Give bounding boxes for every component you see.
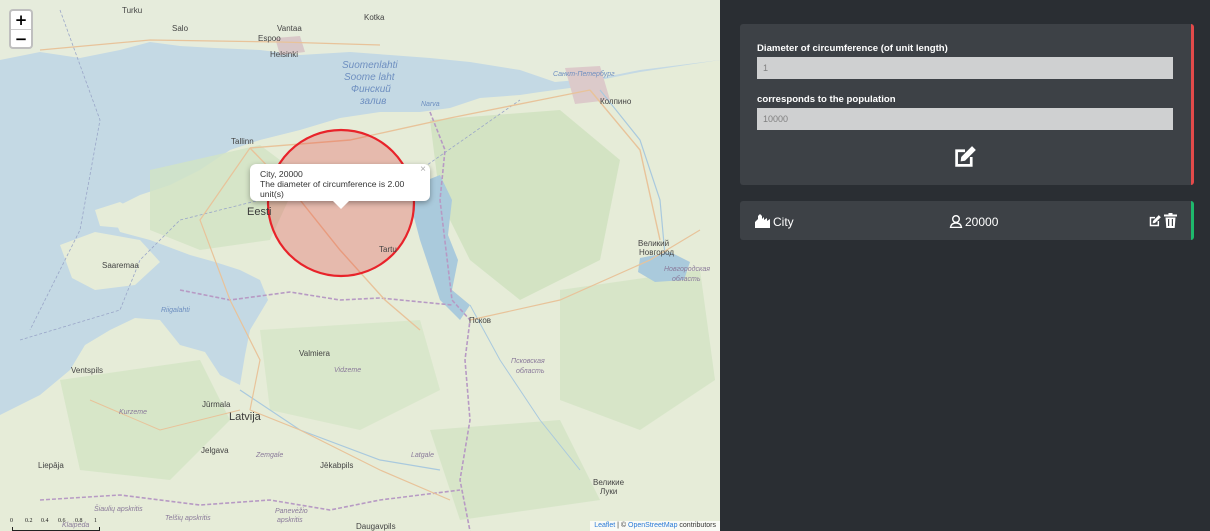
city-name: City [773,215,794,229]
city-population: 20000 [965,215,999,229]
map-label: Liepāja [38,461,64,470]
scale-label: 0 [10,518,13,524]
popup-text: The diameter of circumference is 2.00 un… [260,179,405,199]
map-label: Soome laht [344,72,395,83]
map-label: Latgale [411,452,434,459]
map-label: Колпино [600,97,632,106]
popup-close-button[interactable]: × [420,165,426,175]
map-label: Suomenlahti [342,60,398,71]
map-label: залив [360,96,387,107]
map-label: Новгородская [664,266,710,273]
zoom-out-button[interactable]: − [11,29,31,48]
diameter-label: Diameter of circumference (of unit lengt… [757,43,948,54]
map-label: apskritis [277,517,303,524]
map-label: Ventspils [71,366,104,375]
map-label: Финский [351,84,391,95]
osm-link[interactable]: OpenStreetMap [628,522,677,529]
map-label: Kotka [364,13,385,22]
edit-icon [955,146,976,167]
map-label: Turku [122,6,143,15]
popup-title: City, 20000 [260,169,303,179]
map-label: Panevėžio [275,508,308,515]
city-popup: × City, 20000 The diameter of circumfere… [250,164,430,209]
map-label: Narva [421,101,440,108]
zoom-in-button[interactable]: + [11,11,31,29]
city-buildings-icon [755,214,771,233]
popup-tip [332,200,350,209]
map-label: Псковская [511,358,545,365]
map-label: Kurzeme [119,409,148,416]
scale-label: 0.2 [25,518,33,524]
map-attribution: Leaflet | © OpenStreetMap contributors [590,521,720,531]
map-label: Zemgale [256,452,284,459]
population-input[interactable] [757,108,1173,130]
app-root: Turku Salo Vantaa Kotka Espoo Helsinki S… [0,0,1210,531]
map-label: Telšių apskritis [165,515,211,522]
map-label: Vantaa [277,24,302,33]
scale-label: 0.6 [58,518,66,524]
trash-icon [1164,213,1177,228]
map-label: Daugavpils [356,522,396,531]
population-label: corresponds to the population [757,94,896,105]
zoom-control: + − [9,9,33,49]
map-label: Jūrmala [202,400,231,409]
population-person-icon [949,214,963,233]
map-label: Eesti [247,206,272,218]
map-label: область [672,276,701,283]
scale-line [12,527,100,531]
map-label: Великий [638,239,670,248]
map-label: Salo [172,24,189,33]
map-label: Jēkabpils [320,461,354,470]
diameter-input[interactable] [757,57,1173,79]
map-label: Latvija [229,411,261,423]
attribution-separator: | © [615,522,629,529]
map-label: Šiaulių apskritis [94,506,143,513]
map-label: Tallinn [231,137,254,146]
edit-city-button[interactable] [1148,214,1162,233]
scale-settings-card: Diameter of circumference (of unit lengt… [740,24,1194,185]
map-label: Valmiera [299,349,330,358]
scale-label: 1 [94,518,97,524]
map-label: Псков [469,316,492,325]
map-label: Saaremaa [102,261,139,270]
edit-settings-button[interactable] [952,144,978,170]
map-label: Луки [600,487,618,496]
map-label: Великие [593,478,625,487]
map-label: Espoo [258,34,281,43]
map-label: область [516,368,545,375]
map-label: Санкт-Петербург [553,71,615,78]
edit-icon [1149,215,1161,227]
map-label: Jelgava [201,446,229,455]
city-list-item[interactable]: City 20000 [740,201,1194,240]
side-panel: Diameter of circumference (of unit lengt… [720,0,1210,531]
map-label: Vidzeme [334,367,362,374]
delete-city-button[interactable] [1164,213,1177,233]
scale-label: 0.4 [41,518,49,524]
map-label: Riigalahti [161,307,190,314]
map-label: Helsinki [270,50,299,59]
map-label: Новгород [639,248,675,257]
scale-label: 0.8 [75,518,83,524]
map-view[interactable]: Turku Salo Vantaa Kotka Espoo Helsinki S… [0,0,720,531]
attribution-suffix: contributors [677,522,716,529]
leaflet-link[interactable]: Leaflet [594,522,615,529]
map-label: Tartu [379,245,397,254]
